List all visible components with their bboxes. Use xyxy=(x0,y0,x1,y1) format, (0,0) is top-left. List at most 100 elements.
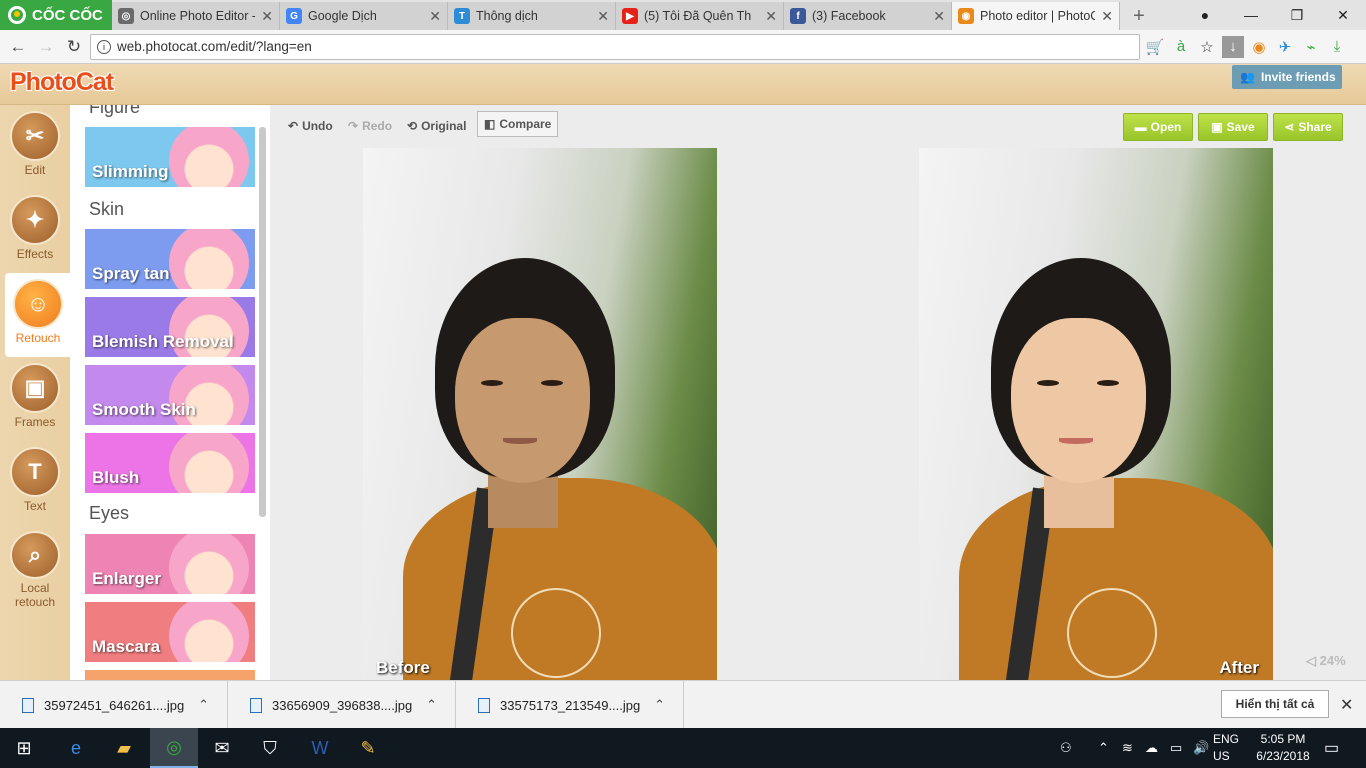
paint-icon[interactable]: ✎ xyxy=(344,728,392,768)
tool-card-blush[interactable]: Blush xyxy=(85,433,255,493)
tool-card-partial[interactable] xyxy=(85,670,255,680)
cartoon-illustration xyxy=(169,127,249,187)
address-input[interactable]: i web.photocat.com/edit/?lang=en xyxy=(90,33,1140,60)
browser-tab[interactable]: ◎ Online Photo Editor - ✕ xyxy=(112,2,280,30)
site-info-icon[interactable]: i xyxy=(97,39,111,54)
restore-button[interactable]: ❐ xyxy=(1274,0,1320,30)
tool-card-enlarger[interactable]: Enlarger xyxy=(85,534,255,594)
browser-tab[interactable]: f (3) Facebook ✕ xyxy=(784,2,952,30)
mail-icon[interactable]: ✉ xyxy=(198,728,246,768)
close-window-button[interactable]: ✕ xyxy=(1320,0,1366,30)
wifi-icon[interactable]: ≋ xyxy=(1122,728,1133,768)
image-file-icon xyxy=(478,697,490,713)
show-all-downloads-button[interactable]: Hiển thị tất cả xyxy=(1221,690,1329,718)
photocat-icon: ◉ xyxy=(958,8,974,24)
onedrive-icon[interactable]: ☁ xyxy=(1145,728,1158,768)
tool-card-mascara[interactable]: Mascara xyxy=(85,602,255,662)
forward-button[interactable]: → xyxy=(34,35,58,59)
rail-0-icon: ✂ xyxy=(10,111,60,161)
rail-item-effects[interactable]: ✦ Effects xyxy=(0,189,70,273)
show-hidden-icons[interactable]: ⌃ xyxy=(1098,728,1109,768)
tool-card-blemish-removal[interactable]: Blemish Removal xyxy=(85,297,255,357)
undo-button[interactable]: ↶ Undo xyxy=(288,115,333,137)
rail-item-edit[interactable]: ✂ Edit xyxy=(0,105,70,189)
compare-button[interactable]: ◧ Compare xyxy=(477,111,559,137)
save-button[interactable]: ▣ Save xyxy=(1198,113,1268,141)
download-item[interactable]: 33656909_396838....jpg ⌃ xyxy=(228,681,456,729)
input-language[interactable]: ENG US xyxy=(1213,731,1239,765)
after-photo: After xyxy=(919,148,1273,680)
redo-button[interactable]: ↷ Redo xyxy=(348,115,392,137)
browser-tab[interactable]: G Google Dịch ✕ xyxy=(280,2,448,30)
extension-2-icon[interactable]: ⌁ xyxy=(1300,36,1322,58)
close-download-shelf-icon[interactable]: ✕ xyxy=(1340,695,1353,715)
compare-icon: ◧ xyxy=(484,117,496,131)
browser-menu-button[interactable]: CỐC CỐC xyxy=(0,0,112,30)
rail-item-text[interactable]: T Text xyxy=(0,441,70,525)
save-label: Save xyxy=(1226,120,1255,134)
new-tab-button[interactable]: + xyxy=(1120,2,1158,30)
share-label: Share xyxy=(1298,120,1332,134)
open-button[interactable]: ▬ Open xyxy=(1123,113,1193,141)
bookmark-star-icon[interactable]: ☆ xyxy=(1196,36,1218,58)
volume-icon[interactable]: 🔊 xyxy=(1193,728,1209,768)
reload-button[interactable]: ↻ xyxy=(62,35,86,59)
rail-item-local-retouch[interactable]: ⌕ Local retouch xyxy=(0,525,70,609)
chevron-up-icon[interactable]: ⌃ xyxy=(426,697,437,713)
close-tab-icon[interactable]: ✕ xyxy=(933,8,945,25)
invite-friends-button[interactable]: 👥 Invite friends xyxy=(1232,65,1342,89)
people-tray-icon[interactable]: ⚇ xyxy=(1060,728,1072,768)
windows-start-icon[interactable]: ⊞ xyxy=(0,728,48,768)
coccoc-taskbar-icon[interactable]: ◎ xyxy=(150,728,198,768)
original-button[interactable]: ⟲ Original xyxy=(407,115,466,137)
tool-card-slimming[interactable]: Slimming xyxy=(85,127,255,187)
extension-icon[interactable]: ◉ xyxy=(1248,36,1270,58)
close-tab-icon[interactable]: ✕ xyxy=(1101,8,1113,25)
browser-tab[interactable]: ▶ (5) Tôi Đã Quên Th ✕ xyxy=(616,2,784,30)
edge-icon[interactable]: e xyxy=(52,728,100,768)
close-tab-icon[interactable]: ✕ xyxy=(597,8,609,25)
download-arrow-icon[interactable]: ↓ xyxy=(1222,35,1244,58)
translate-ext-icon[interactable]: ✈ xyxy=(1274,36,1296,58)
download-item[interactable]: 33575173_213549....jpg ⌃ xyxy=(456,681,684,729)
rail-3-icon: ▣ xyxy=(10,363,60,413)
battery-icon[interactable]: ▭ xyxy=(1170,728,1182,768)
downloads-icon[interactable]: ⤓ xyxy=(1326,36,1348,58)
word-icon[interactable]: W xyxy=(296,728,344,768)
chevron-up-icon[interactable]: ⌃ xyxy=(654,697,665,713)
profile-icon[interactable]: ● xyxy=(1182,0,1228,30)
minimize-button[interactable]: — xyxy=(1228,0,1274,30)
browser-tab[interactable]: T Thông dịch ✕ xyxy=(448,2,616,30)
close-tab-icon[interactable]: ✕ xyxy=(261,8,273,25)
rail-label: Local retouch xyxy=(14,581,56,609)
tab-title: Photo editor | PhotoC xyxy=(980,9,1096,23)
tool-card-smooth-skin[interactable]: Smooth Skin xyxy=(85,365,255,425)
panel-scrollbar[interactable] xyxy=(259,127,266,517)
cartoon-illustration xyxy=(169,534,249,594)
file-explorer-icon[interactable]: ▰ xyxy=(100,728,148,768)
tool-label: Mascara xyxy=(92,637,161,656)
tool-card-spray-tan[interactable]: Spray tan xyxy=(85,229,255,289)
action-center-icon[interactable]: ▭ xyxy=(1324,728,1339,768)
store-icon[interactable]: ⛉ xyxy=(246,728,294,768)
section-eyes: Eyes xyxy=(89,503,130,523)
open-label: Open xyxy=(1150,120,1182,134)
system-clock[interactable]: 5:05 PM 6/23/2018 xyxy=(1252,731,1314,765)
globe-icon: ◎ xyxy=(118,8,134,24)
zoom-level[interactable]: ◁ 24% xyxy=(1306,653,1346,669)
rail-item-retouch[interactable]: ☺ Retouch xyxy=(5,273,71,357)
close-tab-icon[interactable]: ✕ xyxy=(429,8,441,25)
coccoc-logo-icon xyxy=(8,6,26,24)
vietnamese-input-icon[interactable]: à xyxy=(1170,36,1192,58)
share-button[interactable]: ⋖ Share xyxy=(1273,113,1343,141)
undo-icon: ↶ xyxy=(288,119,299,133)
photocat-logo[interactable]: PhotoCat xyxy=(10,68,114,97)
shopping-cart-icon[interactable]: 🛒 xyxy=(1144,36,1166,58)
cartoon-illustration xyxy=(169,229,249,289)
close-tab-icon[interactable]: ✕ xyxy=(765,8,777,25)
back-button[interactable]: ← xyxy=(6,35,30,59)
download-item[interactable]: 35972451_646261....jpg ⌃ xyxy=(0,681,228,729)
browser-tab[interactable]: ◉ Photo editor | PhotoC ✕ xyxy=(952,2,1120,30)
rail-item-frames[interactable]: ▣ Frames xyxy=(0,357,70,441)
chevron-up-icon[interactable]: ⌃ xyxy=(198,697,209,713)
